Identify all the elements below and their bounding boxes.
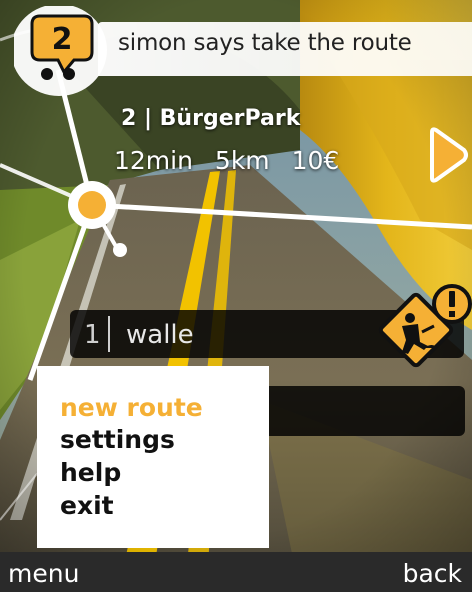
menu-item-help[interactable]: help <box>60 458 121 487</box>
roadwork-warning-icon <box>378 284 472 368</box>
speech-bubble-icon[interactable]: 2 <box>14 6 114 96</box>
route-bar-secondary[interactable] <box>240 386 465 436</box>
route-duration: 12min <box>114 146 193 175</box>
route-stats: 12min 5km 10€ <box>114 146 353 175</box>
menu-item-settings[interactable]: settings <box>60 425 175 454</box>
route-node-icon[interactable] <box>66 178 120 232</box>
header-title: simon says take the route <box>118 30 412 56</box>
route-price: 10€ <box>291 146 340 175</box>
badge-number: 2 <box>52 22 73 57</box>
softkey-back[interactable]: back <box>403 559 462 588</box>
alt-route-name: walle <box>126 320 194 350</box>
menu-item-exit[interactable]: exit <box>60 491 114 520</box>
alt-route-divider <box>108 316 110 352</box>
next-arrow-icon[interactable] <box>424 126 472 184</box>
route-distance: 5km <box>214 146 270 175</box>
softkey-menu[interactable]: menu <box>8 559 79 588</box>
alt-route-number: 1 <box>84 320 101 350</box>
app-screen: simon says take the route 2 2 | BürgerPa… <box>0 0 472 592</box>
menu-item-new-route[interactable]: new route <box>60 393 203 422</box>
route-title: 2 | BürgerPark <box>121 106 301 131</box>
